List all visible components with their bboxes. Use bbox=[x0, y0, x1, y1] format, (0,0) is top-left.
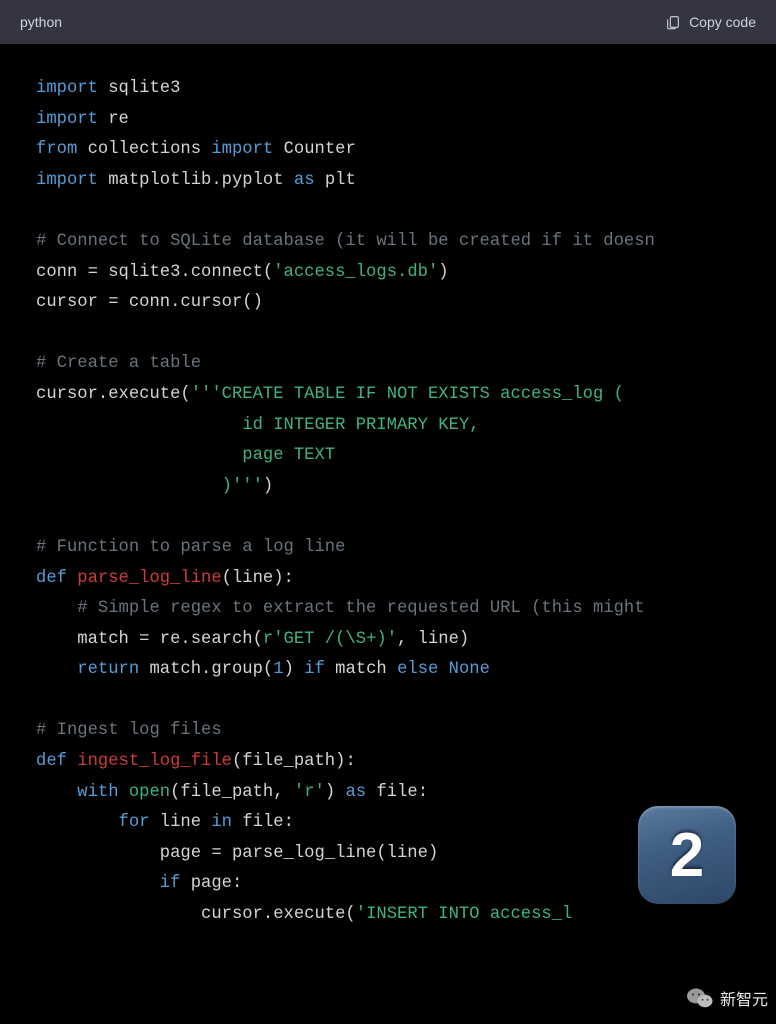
code-token: import bbox=[36, 171, 98, 190]
code-token: as bbox=[294, 171, 315, 190]
code-token: import bbox=[36, 110, 98, 129]
code-token: cursor = conn.cursor() bbox=[36, 293, 263, 312]
code-token: with bbox=[36, 783, 119, 802]
code-string: '''CREATE TABLE IF NOT EXISTS access_log… bbox=[191, 385, 624, 404]
code-token: ) bbox=[284, 660, 305, 679]
code-token: ) bbox=[325, 783, 346, 802]
code-function-def: ingest_log_file bbox=[67, 752, 232, 771]
language-label: python bbox=[20, 14, 62, 30]
code-token: as bbox=[345, 783, 366, 802]
code-token: Counter bbox=[273, 140, 356, 159]
code-token: sqlite3 bbox=[98, 79, 181, 98]
code-token: ) bbox=[263, 477, 273, 496]
code-comment: # Function to parse a log line bbox=[36, 538, 345, 557]
code-comment: # Ingest log files bbox=[36, 721, 222, 740]
code-comment: # Connect to SQLite database (it will be… bbox=[36, 232, 655, 251]
code-string: page TEXT bbox=[36, 446, 335, 465]
code-token: line bbox=[149, 813, 211, 832]
code-comment: # Simple regex to extract the requested … bbox=[36, 599, 655, 618]
code-token: ) bbox=[438, 263, 448, 282]
clipboard-icon bbox=[665, 14, 681, 30]
code-token: if bbox=[304, 660, 325, 679]
code-token: cursor.execute( bbox=[36, 905, 356, 924]
code-token: in bbox=[211, 813, 232, 832]
code-string: 'access_logs.db' bbox=[273, 263, 438, 282]
code-token: else bbox=[397, 660, 438, 679]
code-token: conn = sqlite3.connect( bbox=[36, 263, 273, 282]
code-token: match = re.search( bbox=[36, 630, 263, 649]
code-token: return bbox=[36, 660, 139, 679]
code-comment: # Create a table bbox=[36, 354, 201, 373]
code-string: )''' bbox=[36, 477, 263, 496]
code-token: collections bbox=[77, 140, 211, 159]
code-string: 'INSERT INTO access_l bbox=[356, 905, 573, 924]
code-token: match.group( bbox=[139, 660, 273, 679]
step-number: 2 bbox=[670, 820, 704, 891]
code-block-container: python Copy code import sqlite3 import r… bbox=[0, 0, 776, 1024]
code-function-def: parse_log_line bbox=[67, 569, 222, 588]
copy-code-button[interactable]: Copy code bbox=[665, 14, 756, 30]
code-token: def bbox=[36, 569, 67, 588]
code-string: 'r' bbox=[294, 783, 325, 802]
watermark-text: 新智元 bbox=[720, 986, 768, 1010]
copy-label: Copy code bbox=[689, 14, 756, 30]
code-token: file: bbox=[366, 783, 428, 802]
code-string: r'GET /(\S+)' bbox=[263, 630, 397, 649]
code-token: page: bbox=[180, 874, 242, 893]
code-token: None bbox=[438, 660, 490, 679]
code-token: import bbox=[36, 79, 98, 98]
code-token: page = parse_log_line(line) bbox=[36, 844, 438, 863]
wechat-icon bbox=[686, 986, 714, 1010]
code-token: if bbox=[36, 874, 180, 893]
code-token bbox=[119, 783, 129, 802]
code-string: id INTEGER PRIMARY KEY, bbox=[36, 416, 480, 435]
code-token: , line) bbox=[397, 630, 469, 649]
code-token: def bbox=[36, 752, 67, 771]
code-token: for bbox=[36, 813, 149, 832]
code-token: re bbox=[98, 110, 129, 129]
step-badge: 2 bbox=[638, 806, 736, 904]
code-token: matplotlib.pyplot bbox=[98, 171, 294, 190]
code-token: (file_path): bbox=[232, 752, 356, 771]
code-content: import sqlite3 import re from collection… bbox=[0, 44, 776, 931]
code-token: from bbox=[36, 140, 77, 159]
code-header: python Copy code bbox=[0, 0, 776, 44]
code-token: match bbox=[325, 660, 397, 679]
code-token: import bbox=[211, 140, 273, 159]
code-token: plt bbox=[315, 171, 356, 190]
code-token: cursor.execute( bbox=[36, 385, 191, 404]
wechat-watermark: 新智元 bbox=[686, 986, 776, 1010]
code-token: (line): bbox=[222, 569, 294, 588]
code-builtin: open bbox=[129, 783, 170, 802]
code-number: 1 bbox=[273, 660, 283, 679]
code-token: (file_path, bbox=[170, 783, 294, 802]
code-token: file: bbox=[232, 813, 294, 832]
